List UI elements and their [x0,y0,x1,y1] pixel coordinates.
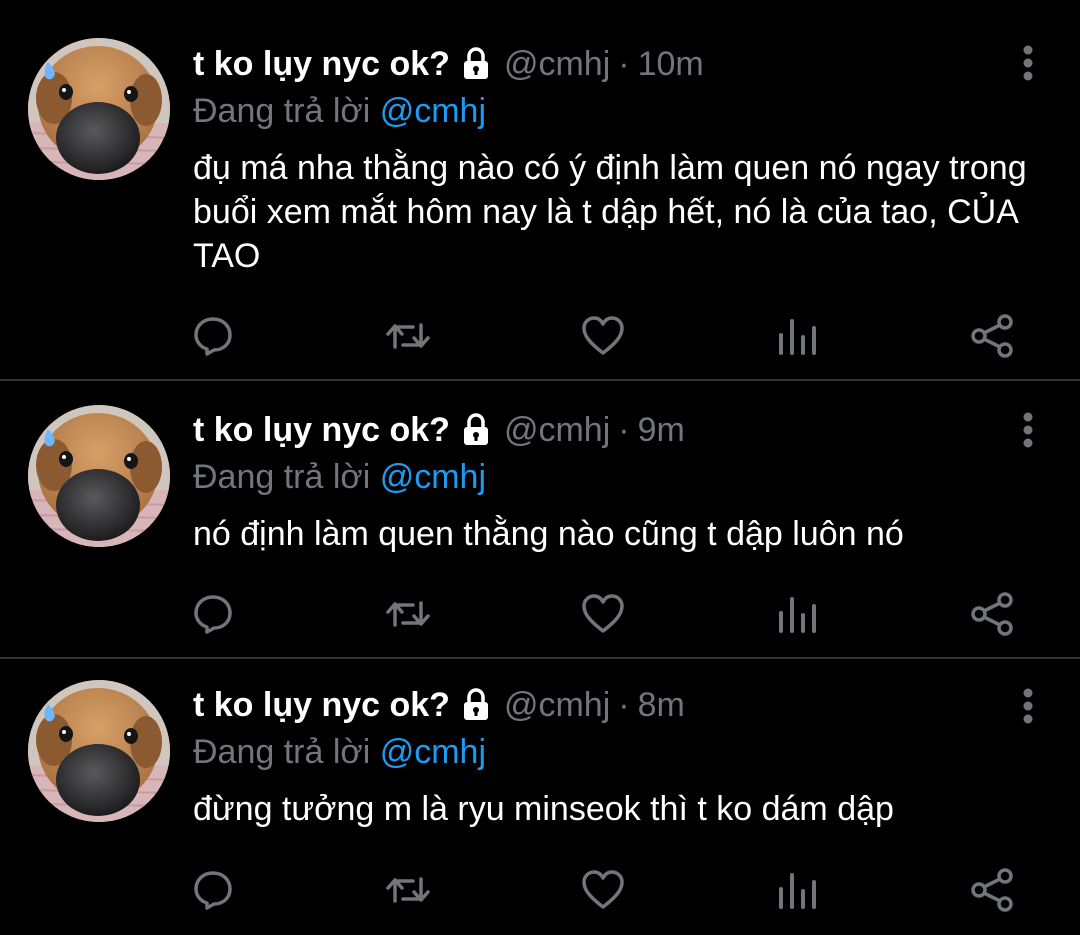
lock-icon [460,413,492,447]
tweet[interactable]: t ko lụy nyc ok? @cmhj · 10m Đang trả lờ… [0,0,1080,381]
tweet-header: t ko lụy nyc ok? @cmhj · 10m [193,40,1040,88]
timestamp[interactable]: 8m [638,686,685,725]
replying-to-label: Đang trả lời [193,458,371,496]
views-icon[interactable] [775,313,821,359]
action-bar [190,867,1020,913]
replying-to-label: Đang trả lời [193,733,371,771]
replying-to: Đang trả lời @cmhj [193,88,1040,134]
like-icon[interactable] [580,591,626,637]
retweet-icon[interactable] [385,591,431,637]
display-name[interactable]: t ko lụy nyc ok? [193,686,450,725]
more-icon[interactable] [1022,411,1034,449]
avatar[interactable] [28,38,170,180]
replying-to: Đang trả lời @cmhj [193,454,1040,500]
lock-icon [460,688,492,722]
like-icon[interactable] [580,313,626,359]
share-icon[interactable] [970,313,1016,359]
handle[interactable]: @cmhj [504,45,610,84]
tweet[interactable]: t ko lụy nyc ok? @cmhj · 9m Đang trả lời… [0,381,1080,659]
reply-icon[interactable] [190,591,236,637]
share-icon[interactable] [970,867,1016,913]
tweet-text: đụ má nha thằng nào có ý định làm quen n… [193,149,1027,275]
retweet-icon[interactable] [385,313,431,359]
mention-link[interactable]: @cmhj [380,733,486,771]
tweet-header: t ko lụy nyc ok? @cmhj · 9m [193,406,1040,454]
reply-icon[interactable] [190,867,236,913]
avatar[interactable] [28,680,170,822]
tweet-content: t ko lụy nyc ok? @cmhj · 8m Đang trả lời… [193,681,1040,831]
separator-dot: · [618,44,630,83]
tweet-feed: t ko lụy nyc ok? @cmhj · 10m Đang trả lờ… [0,0,1080,935]
views-icon[interactable] [775,591,821,637]
avatar[interactable] [28,405,170,547]
tweet-content: t ko lụy nyc ok? @cmhj · 9m Đang trả lời… [193,406,1040,556]
display-name[interactable]: t ko lụy nyc ok? [193,45,450,84]
share-icon[interactable] [970,591,1016,637]
mention-link[interactable]: @cmhj [380,458,486,496]
separator-dot: · [618,685,630,724]
like-icon[interactable] [580,867,626,913]
replying-to: Đang trả lời @cmhj [193,729,1040,775]
timestamp[interactable]: 9m [638,411,685,450]
mention-link[interactable]: @cmhj [380,92,486,130]
reply-icon[interactable] [190,313,236,359]
tweet-content: t ko lụy nyc ok? @cmhj · 10m Đang trả lờ… [193,40,1040,278]
retweet-icon[interactable] [385,867,431,913]
separator-dot: · [618,410,630,449]
action-bar [190,313,1020,359]
replying-to-label: Đang trả lời [193,92,371,130]
more-icon[interactable] [1022,687,1034,725]
more-icon[interactable] [1022,44,1034,82]
tweet-text: đừng tưởng m là ryu minseok thì t ko dám… [193,790,894,828]
action-bar [190,591,1020,637]
tweet-text: nó định làm quen thằng nào cũng t dập lu… [193,515,904,553]
handle[interactable]: @cmhj [504,686,610,725]
display-name[interactable]: t ko lụy nyc ok? [193,411,450,450]
lock-icon [460,47,492,81]
tweet-header: t ko lụy nyc ok? @cmhj · 8m [193,681,1040,729]
tweet[interactable]: t ko lụy nyc ok? @cmhj · 8m Đang trả lời… [0,659,1080,935]
views-icon[interactable] [775,867,821,913]
timestamp[interactable]: 10m [638,45,704,84]
handle[interactable]: @cmhj [504,411,610,450]
